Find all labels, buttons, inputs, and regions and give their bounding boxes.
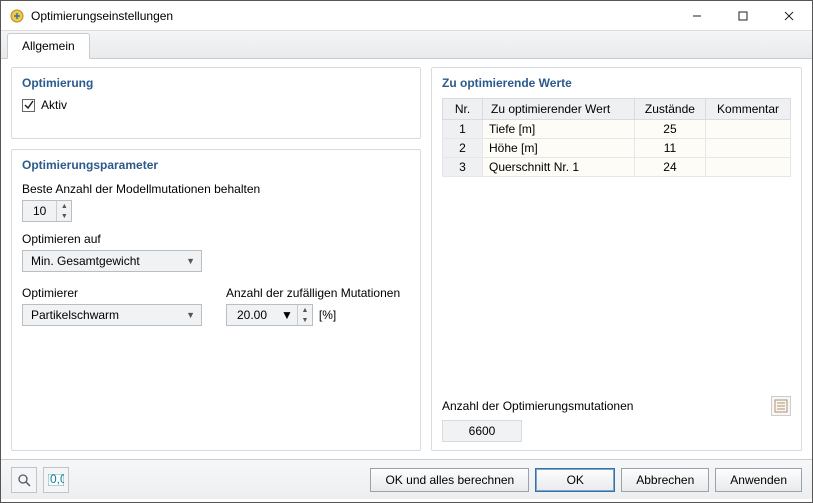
ok-button[interactable]: OK [535, 468, 615, 492]
optimize-on-value: Min. Gesamtgewicht [31, 254, 140, 268]
optimizer-value: Partikelschwarm [31, 308, 119, 322]
cell-states: 25 [634, 120, 705, 139]
close-button[interactable] [766, 1, 812, 31]
chevron-down-icon: ▼ [186, 310, 195, 320]
active-label: Aktiv [41, 98, 67, 112]
cell-nr: 2 [443, 139, 483, 158]
cancel-button[interactable]: Abbrechen [621, 468, 709, 492]
app-icon [9, 8, 25, 24]
tab-general[interactable]: Allgemein [7, 33, 90, 59]
col-nr[interactable]: Nr. [443, 99, 483, 120]
table-row[interactable]: 2Höhe [m]11 [443, 139, 791, 158]
group-optimization-title: Optimierung [22, 76, 410, 90]
keep-best-spinner[interactable]: 10 ▲ ▼ [22, 200, 72, 222]
cell-name: Tiefe [m] [483, 120, 635, 139]
keep-best-value: 10 [23, 204, 56, 218]
cell-nr: 1 [443, 120, 483, 139]
cell-comment [706, 158, 791, 177]
ok-calc-button[interactable]: OK und alles berechnen [370, 468, 529, 492]
content: Optimierung Aktiv Optimierungsparameter … [1, 59, 812, 459]
mut-count-label: Anzahl der Optimierungsmutationen [442, 399, 633, 413]
spinner-down-icon[interactable]: ▼ [57, 211, 71, 221]
calculate-icon[interactable] [771, 396, 791, 416]
spinner-down-icon[interactable]: ▼ [298, 315, 312, 325]
help-button[interactable] [11, 467, 37, 493]
cell-name: Höhe [m] [483, 139, 635, 158]
optimize-on-combo[interactable]: Min. Gesamtgewicht ▼ [22, 250, 202, 272]
optimize-on-label: Optimieren auf [22, 232, 410, 246]
titlebar: Optimierungseinstellungen [1, 1, 812, 31]
optimizer-combo[interactable]: Partikelschwarm ▼ [22, 304, 202, 326]
group-optimization: Optimierung Aktiv [11, 67, 421, 139]
group-values-title: Zu optimierende Werte [442, 76, 791, 90]
rand-mut-label: Anzahl der zufälligen Mutationen [226, 286, 410, 300]
apply-button[interactable]: Anwenden [715, 468, 802, 492]
group-params-title: Optimierungsparameter [22, 158, 410, 172]
window-title: Optimierungseinstellungen [31, 9, 674, 23]
rand-mut-value: 20.00 [227, 308, 277, 322]
tabstrip: Allgemein [1, 31, 812, 59]
units-button[interactable]: 0,00 [43, 467, 69, 493]
rand-mut-unit: [%] [319, 308, 336, 322]
spinner-up-icon[interactable]: ▲ [298, 305, 312, 315]
cell-name: Querschnitt Nr. 1 [483, 158, 635, 177]
group-params: Optimierungsparameter Beste Anzahl der M… [11, 149, 421, 451]
maximize-button[interactable] [720, 1, 766, 31]
minimize-button[interactable] [674, 1, 720, 31]
group-values: Zu optimierende Werte Nr. Zu optimierend… [431, 67, 802, 451]
table-row[interactable]: 3Querschnitt Nr. 124 [443, 158, 791, 177]
col-states[interactable]: Zustände [634, 99, 705, 120]
col-name[interactable]: Zu optimierender Wert [483, 99, 635, 120]
rand-mut-spinner[interactable]: 20.00 ▼ ▲ ▼ [226, 304, 313, 326]
cell-comment [706, 120, 791, 139]
spinner-up-icon[interactable]: ▲ [57, 201, 71, 211]
bottombar: 0,00 OK und alles berechnen OK Abbrechen… [1, 459, 812, 499]
cell-states: 11 [634, 139, 705, 158]
mut-count-value: 6600 [442, 420, 522, 442]
cell-comment [706, 139, 791, 158]
optimizer-label: Optimierer [22, 286, 206, 300]
values-table[interactable]: Nr. Zu optimierender Wert Zustände Komme… [442, 98, 791, 177]
table-row[interactable]: 1Tiefe [m]25 [443, 120, 791, 139]
chevron-down-icon: ▼ [186, 256, 195, 266]
cell-states: 24 [634, 158, 705, 177]
keep-best-label: Beste Anzahl der Modellmutationen behalt… [22, 182, 410, 196]
col-comment[interactable]: Kommentar [706, 99, 791, 120]
chevron-down-icon[interactable]: ▼ [277, 308, 297, 322]
svg-text:0,00: 0,00 [50, 474, 64, 486]
active-checkbox[interactable] [22, 99, 35, 112]
cell-nr: 3 [443, 158, 483, 177]
